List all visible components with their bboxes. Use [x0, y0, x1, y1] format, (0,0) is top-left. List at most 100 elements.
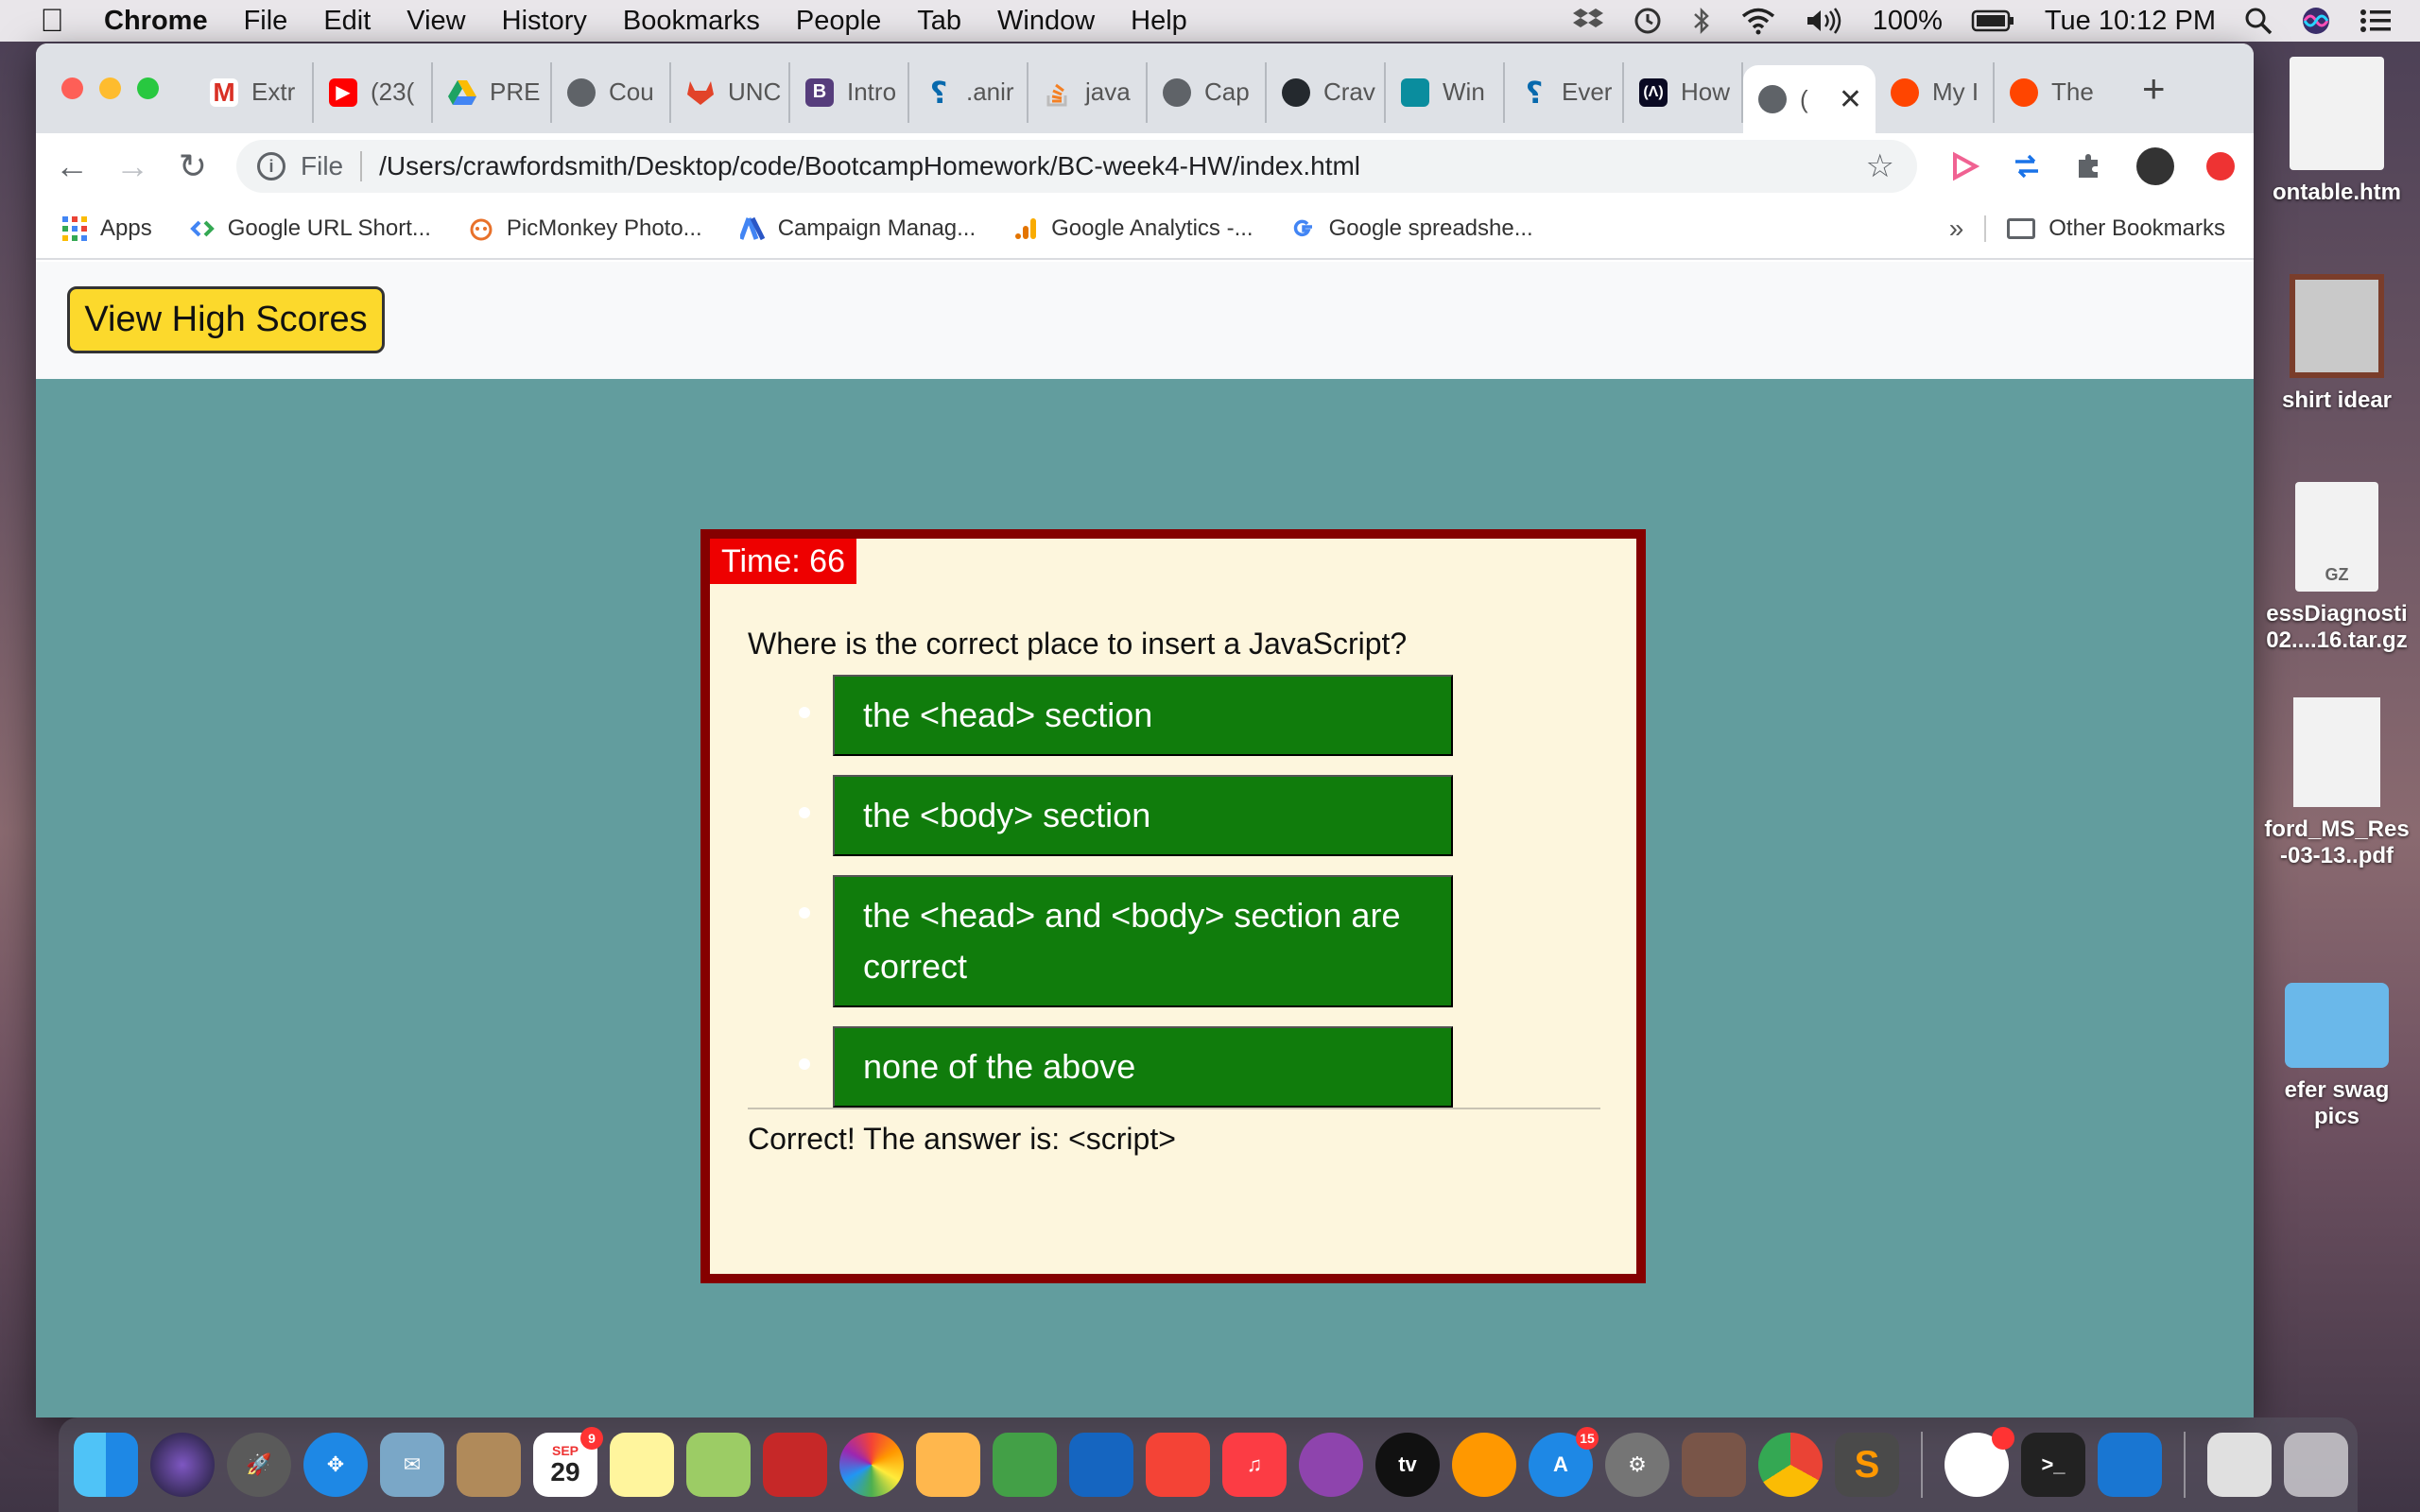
tab-stackoverflow[interactable]: java [1028, 61, 1148, 123]
bookmark-picmonkey[interactable]: PicMonkey Photo... [442, 215, 714, 242]
chrome-icon[interactable] [1758, 1433, 1823, 1497]
tab-reddit-1[interactable]: My I [1876, 61, 1995, 123]
bookmark-star-icon[interactable]: ☆ [1866, 147, 1894, 185]
dropbox-icon[interactable] [1572, 7, 1604, 35]
safari-icon[interactable]: ✥ [303, 1433, 368, 1497]
music-icon[interactable]: ♫ [1222, 1433, 1287, 1497]
bookmark-google-url-shortener[interactable]: Google URL Short... [164, 215, 442, 242]
bookmark-google-spreadsheet[interactable]: Google spreadshe... [1265, 215, 1545, 242]
close-window-button[interactable] [61, 77, 83, 99]
desktop-file-pdf[interactable]: ford_MS_Res -03-13..pdf [2254, 697, 2420, 886]
bookmark-apps[interactable]: Apps [36, 215, 164, 242]
tab-gmail[interactable]: M Extr [195, 61, 314, 123]
tab-bootstrap[interactable]: B Intro [790, 61, 909, 123]
finder-icon[interactable] [74, 1433, 138, 1497]
launchpad-icon[interactable]: 🚀 [227, 1433, 291, 1497]
profile-avatar[interactable] [2136, 147, 2174, 185]
update-arrow-icon[interactable] [2206, 152, 2235, 180]
tab-active-quiz[interactable]: (✕ [1743, 65, 1876, 133]
desktop-folder[interactable]: efer swag pics [2254, 983, 2420, 1162]
podcasts-icon[interactable] [1299, 1433, 1363, 1497]
bookmark-google-analytics[interactable]: Google Analytics -... [987, 215, 1264, 242]
slack-icon[interactable] [1945, 1427, 2014, 1497]
books-icon[interactable] [1452, 1433, 1516, 1497]
close-tab-icon[interactable]: ✕ [1839, 83, 1862, 116]
trash-icon[interactable] [2284, 1433, 2348, 1497]
tab-github[interactable]: Crav [1267, 61, 1386, 123]
minimize-window-button[interactable] [99, 77, 121, 99]
menu-window[interactable]: Window [979, 6, 1113, 37]
menu-app-chrome[interactable]: Chrome [104, 6, 226, 37]
battery-icon[interactable] [1971, 9, 2016, 33]
url-text[interactable]: /Users/crawfordsmith/Desktop/code/Bootca… [379, 151, 1360, 181]
site-info-icon[interactable]: i [257, 152, 285, 180]
notes-icon[interactable] [610, 1433, 674, 1497]
bookmarks-overflow-chevron[interactable]: » [1949, 214, 1985, 244]
numbers-icon[interactable] [993, 1433, 1057, 1497]
menu-view[interactable]: View [389, 6, 483, 37]
menu-tab[interactable]: Tab [899, 6, 979, 37]
tab-globe-1[interactable]: Cou [552, 61, 671, 123]
spotlight-search-icon[interactable] [2244, 7, 2273, 35]
extension-swap-icon[interactable] [2012, 151, 2042, 181]
photos-icon[interactable] [839, 1433, 904, 1497]
menu-people[interactable]: People [778, 6, 899, 37]
reload-icon[interactable]: ↻ [163, 146, 223, 186]
time-machine-icon[interactable] [1633, 6, 1663, 36]
garageband-icon[interactable] [1682, 1433, 1746, 1497]
extension-play-icon[interactable] [1949, 151, 1979, 181]
tab-mdn[interactable]: Win [1386, 61, 1505, 123]
apple-tv-icon[interactable]: tv [1375, 1433, 1440, 1497]
view-high-scores-button[interactable]: View High Scores [67, 286, 385, 353]
desktop-file-image[interactable]: shirt idear [2254, 274, 2420, 435]
tab-gitlab[interactable]: UNC [671, 61, 790, 123]
forward-arrow-icon[interactable]: → [102, 146, 163, 186]
sublime-text-icon[interactable]: S [1835, 1433, 1899, 1497]
tab-jquery-2[interactable]: ؟ Ever [1505, 61, 1624, 123]
siri-icon[interactable] [150, 1433, 215, 1497]
pages-icon[interactable] [916, 1433, 980, 1497]
answer-choice-4[interactable]: none of the above [833, 1026, 1453, 1108]
menu-history[interactable]: History [484, 6, 605, 37]
back-arrow-icon[interactable]: ← [42, 146, 102, 186]
answer-choice-2[interactable]: the <body> section [833, 775, 1453, 856]
bookmark-other-bookmarks[interactable]: Other Bookmarks [1984, 215, 2254, 242]
menu-edit[interactable]: Edit [305, 6, 389, 37]
menu-bookmarks[interactable]: Bookmarks [605, 6, 778, 37]
maps-icon[interactable] [686, 1433, 751, 1497]
bookmark-campaign-manager[interactable]: Campaign Manag... [714, 215, 987, 242]
mail-icon[interactable]: ✉ [380, 1433, 444, 1497]
news-icon[interactable] [1146, 1433, 1210, 1497]
app-store-icon[interactable]: A 15 [1529, 1427, 1599, 1497]
tab-youtube[interactable]: ▶ (23( [314, 61, 433, 123]
downloads-stack-icon[interactable] [2207, 1433, 2272, 1497]
calendar-icon[interactable]: SEP 29 9 [533, 1427, 603, 1497]
menu-help[interactable]: Help [1113, 6, 1205, 37]
volume-icon[interactable] [1805, 7, 1844, 35]
menubar-clock[interactable]: Tue 10:12 PM [2045, 6, 2216, 37]
tab-google-drive[interactable]: PRE [433, 61, 552, 123]
address-bar[interactable]: i File /Users/crawfordsmith/Desktop/code… [236, 140, 1917, 193]
desktop-file-archive[interactable]: GZ essDiagnosti 02....16.tar.gz [2254, 482, 2420, 680]
menu-file[interactable]: File [226, 6, 306, 37]
notification-center-icon[interactable] [2360, 8, 2392, 34]
extensions-puzzle-icon[interactable] [2074, 151, 2104, 181]
tab-globe-2[interactable]: Cap [1148, 61, 1267, 123]
siri-icon[interactable] [2301, 6, 2331, 36]
keynote-icon[interactable] [1069, 1433, 1133, 1497]
tab-reddit-2[interactable]: The [1995, 62, 2114, 123]
apple-menu-icon[interactable]:  [0, 3, 104, 40]
photo-booth-icon[interactable] [763, 1433, 827, 1497]
new-tab-plus-icon[interactable]: + [2114, 66, 2166, 112]
answer-choice-1[interactable]: the <head> section [833, 675, 1453, 756]
zoom-window-button[interactable] [137, 77, 159, 99]
desktop-file-html[interactable]: ontable.htm [2254, 57, 2420, 246]
wifi-icon[interactable] [1740, 7, 1776, 35]
vscode-icon[interactable] [2098, 1433, 2162, 1497]
contacts-icon[interactable] [457, 1433, 521, 1497]
tab-freecodecamp[interactable]: (Λ) How [1624, 61, 1743, 123]
tab-jquery-1[interactable]: ؟ .anir [909, 61, 1028, 123]
terminal-icon[interactable]: >_ [2021, 1433, 2085, 1497]
bluetooth-icon[interactable] [1691, 6, 1712, 36]
system-preferences-icon[interactable]: ⚙ [1605, 1433, 1669, 1497]
